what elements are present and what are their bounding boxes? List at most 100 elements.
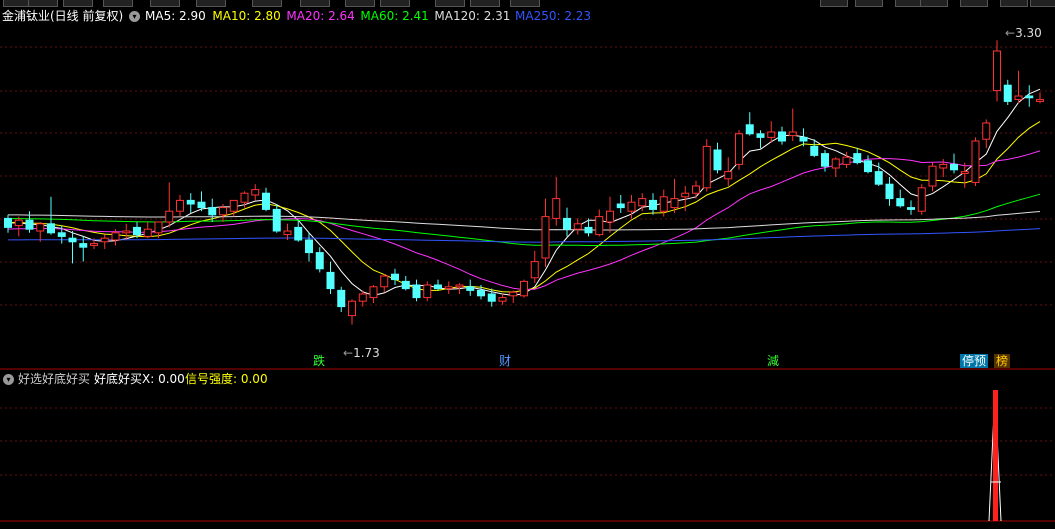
- candle-up: [154, 221, 163, 234]
- candle-up: [573, 223, 582, 230]
- candle-down: [401, 280, 410, 290]
- event-marker-finance[interactable]: 财: [497, 354, 513, 368]
- indicator-name[interactable]: 好选好底好买: [18, 372, 90, 386]
- candle-down: [294, 226, 303, 241]
- candle-up: [36, 223, 45, 232]
- event-marker-reduce[interactable]: 減: [765, 354, 781, 368]
- candle-down: [864, 160, 872, 173]
- candle-up: [100, 237, 109, 243]
- low-price-value: 1.73: [353, 346, 380, 360]
- indicator-value: 好底好买X: 0.00: [94, 372, 185, 386]
- candle-down: [305, 239, 313, 254]
- candle-down: [821, 153, 829, 167]
- candle-up: [971, 140, 980, 183]
- candle-up: [229, 199, 238, 212]
- candle-down: [713, 149, 722, 171]
- candlestick-chart[interactable]: [0, 0, 1055, 529]
- candle-down: [810, 145, 819, 156]
- candle-up: [960, 171, 969, 174]
- candle-down: [466, 286, 475, 291]
- candle-up: [240, 192, 249, 203]
- candle-up: [369, 286, 378, 299]
- trading-chart-window: 金浦钛业(日线 前复权) ▾ MA5: 2.90 MA10: 2.80 MA20: …: [0, 0, 1055, 529]
- candle-up: [993, 50, 1001, 92]
- candle-up: [455, 284, 464, 288]
- candle-down: [778, 131, 786, 142]
- candle-up: [283, 230, 292, 236]
- candle-up: [982, 122, 991, 140]
- candle-up: [1036, 99, 1044, 102]
- ma-line-ma10: [7, 121, 1041, 293]
- candle-down: [4, 217, 12, 228]
- candle-down: [315, 252, 324, 270]
- high-price-label: ←3.30: [1005, 26, 1042, 40]
- indicator-strength: 信号强度: 0.00: [185, 372, 268, 386]
- candle-up: [520, 280, 528, 297]
- candle-down: [487, 293, 496, 302]
- candle-down: [434, 284, 442, 290]
- candle-up: [380, 275, 389, 288]
- candle-up: [530, 261, 539, 279]
- candle-down: [853, 153, 862, 164]
- candle-down: [907, 207, 915, 210]
- candle-up: [692, 185, 700, 194]
- candle-up: [702, 145, 711, 189]
- candle-down: [208, 207, 217, 216]
- candle-down: [186, 199, 195, 205]
- event-marker-list[interactable]: 榜: [994, 354, 1011, 368]
- candle-up: [724, 171, 733, 180]
- ma-line-ma5: [7, 88, 1041, 296]
- candle-up: [606, 210, 614, 223]
- candle-down: [874, 171, 883, 185]
- candle-up: [348, 300, 356, 317]
- candle-down: [616, 203, 625, 209]
- candle-up: [788, 131, 797, 137]
- candle-up: [122, 230, 131, 234]
- candle-up: [939, 163, 948, 169]
- candle-down: [885, 183, 894, 200]
- candle-up: [423, 284, 432, 299]
- candle-down: [649, 199, 657, 210]
- candle-up: [90, 243, 98, 246]
- candle-down: [412, 284, 421, 299]
- candle-down: [47, 223, 55, 234]
- candle-up: [681, 192, 690, 198]
- candle-down: [337, 289, 346, 308]
- candle-up: [928, 165, 937, 187]
- candle-up: [552, 198, 561, 219]
- candle-down: [745, 124, 754, 135]
- candle-up: [498, 297, 507, 302]
- candle-up: [509, 291, 518, 297]
- event-marker-drop[interactable]: 跌: [311, 354, 327, 368]
- candle-down: [262, 192, 270, 210]
- candle-up: [14, 219, 23, 227]
- candle-up: [595, 216, 604, 236]
- candle-up: [735, 133, 743, 165]
- candle-up: [165, 210, 174, 223]
- candle-up: [842, 156, 851, 165]
- candle-up: [638, 198, 647, 207]
- candle-up: [219, 207, 227, 216]
- candle-down: [799, 136, 808, 142]
- candle-up: [659, 196, 668, 212]
- candle-up: [176, 199, 184, 212]
- candle-down: [326, 271, 335, 290]
- candle-up: [1014, 95, 1023, 101]
- candle-down: [391, 273, 399, 281]
- candle-down: [68, 237, 77, 243]
- candle-up: [767, 131, 776, 138]
- candle-down: [272, 208, 281, 232]
- candle-down: [756, 133, 765, 138]
- candle-up: [111, 232, 120, 241]
- candle-down: [25, 219, 34, 230]
- candle-down: [57, 232, 66, 237]
- ma-line-ma250: [8, 228, 1041, 243]
- candle-down: [563, 217, 571, 230]
- candle-up: [627, 201, 636, 212]
- candle-up: [143, 228, 152, 237]
- candle-up: [670, 198, 679, 209]
- candle-up: [358, 293, 367, 302]
- indicator-chevron-icon[interactable]: ▾: [3, 374, 14, 385]
- candle-down: [1025, 95, 1034, 99]
- event-marker-halt-preview[interactable]: 停预: [960, 354, 989, 368]
